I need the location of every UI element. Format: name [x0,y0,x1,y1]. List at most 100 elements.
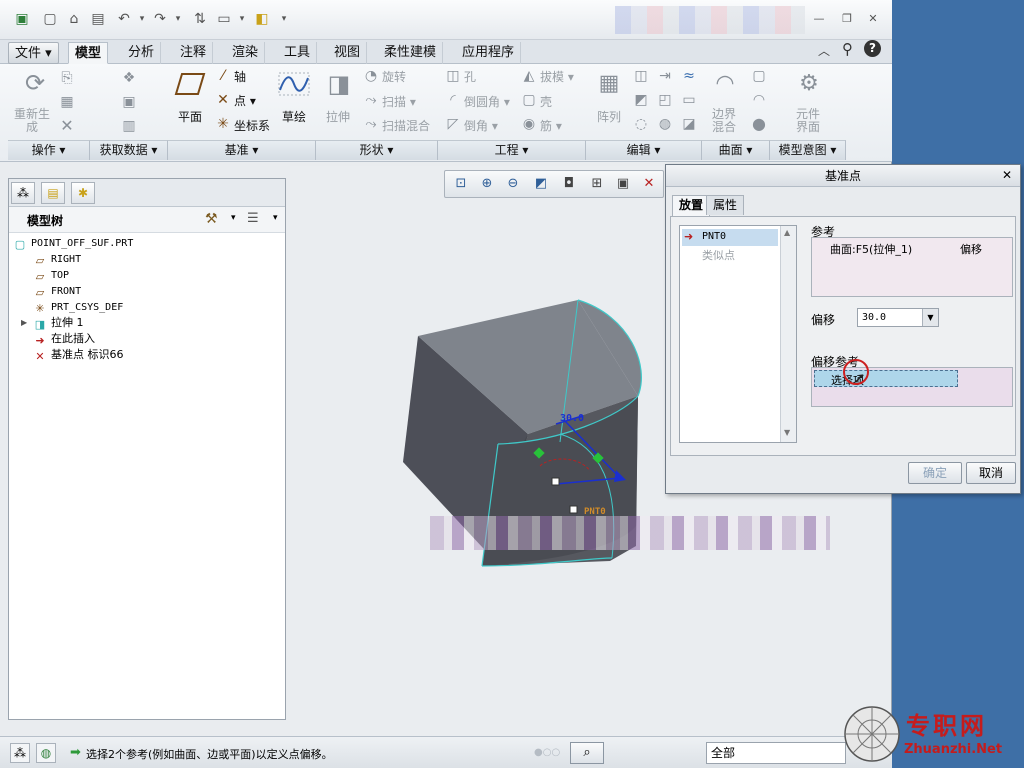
toggle-navigator-icon[interactable]: ⁂ [10,743,30,763]
draft-button[interactable]: 拔模 ▾ [540,68,574,85]
boundary-blend-large-icon[interactable]: ◠ [710,70,740,98]
point-list-item-new[interactable]: 类似点 [702,247,735,263]
component-interface-large-icon[interactable]: ⚙ [794,70,824,98]
group-datum[interactable]: 基准 ▾ [168,140,316,160]
datum-display-icon[interactable]: ✕ [639,175,659,193]
dialog-close-icon[interactable]: ✕ [1002,168,1012,182]
saved-views-icon[interactable]: ⊞ [587,175,607,193]
new-file-icon[interactable]: ▢ [40,9,60,29]
intersect-icon[interactable]: ◍ [656,116,674,132]
tab-render[interactable]: 渲染 [226,42,266,64]
model-tree-item[interactable]: ➜ 在此插入 [33,331,95,347]
undo-dropdown-icon[interactable]: ▾ [132,9,152,29]
offset-references-collector[interactable]: 选择项 [811,367,1013,407]
minimize-icon[interactable]: — [810,11,828,27]
csys-button[interactable]: 坐标系 [234,117,270,134]
model-tree-item[interactable]: ✳ PRT_CSYS_DEF [33,299,123,315]
reference-surface[interactable]: 曲面:F5(拉伸_1) [830,241,912,257]
point-list-scrollbar[interactable]: ▲ ▼ [780,226,796,442]
tab-properties[interactable]: 属性 [706,195,745,215]
tab-view[interactable]: 视图 [328,42,368,64]
undo-icon[interactable]: ↶ [114,9,134,29]
maximize-icon[interactable]: ❐ [838,11,856,27]
delete-icon[interactable]: ✕ [58,118,76,134]
references-collector[interactable]: 曲面:F5(拉伸_1) 偏移 [811,237,1013,297]
model-tree-item[interactable]: ✕ 基准点 标识66 [33,347,123,363]
shrinkwrap-icon[interactable]: ▥ [120,118,138,134]
group-engineering[interactable]: 工程 ▾ [438,140,586,160]
pattern-large-icon[interactable]: ▦ [594,70,624,98]
plane-large-icon[interactable] [174,72,206,96]
project-icon[interactable]: ≈ [680,68,698,84]
extend-icon[interactable]: ⇥ [656,68,674,84]
save-icon[interactable]: ▤ [88,9,108,29]
tree-settings-icon[interactable]: ⚒ [205,211,218,227]
freestyle-icon[interactable]: ● [750,116,768,132]
find-icon[interactable]: ⌕ [570,742,604,764]
redo-icon[interactable]: ↷ [150,9,170,29]
tab-flexible-modeling[interactable]: 柔性建模 [378,42,444,64]
group-operations[interactable]: 操作 ▾ [8,140,90,160]
point-list-item-pnt0[interactable]: ➜ PNT0 [682,229,778,246]
trim-icon[interactable]: ◌ [632,116,650,132]
tab-model[interactable]: 模型 [68,42,109,64]
offset-dropdown-icon[interactable]: ▼ [922,309,938,326]
plane-button-label[interactable]: 平面 [178,108,202,125]
thicken-icon[interactable]: ▭ [680,92,698,108]
component-interface-button-label[interactable]: 元件 界面 [796,108,820,134]
tab-tools[interactable]: 工具 [278,42,318,64]
windows-icon[interactable]: ▭ [214,9,234,29]
copy-geometry-icon[interactable]: ▣ [120,94,138,110]
scroll-down-icon[interactable]: ▼ [784,428,790,437]
refit-icon[interactable]: ⊡ [451,175,471,193]
tree-show-dropdown-icon[interactable]: ▾ [273,213,278,223]
tab-file[interactable]: 文件 ▾ [8,42,59,64]
dimension-value[interactable]: 30.0 [560,413,584,424]
point-marker[interactable] [569,505,578,514]
ok-button[interactable]: 确定 [908,462,962,484]
paste-icon[interactable]: ▦ [58,94,76,110]
redo-dropdown-icon[interactable]: ▾ [168,9,188,29]
group-editing[interactable]: 编辑 ▾ [586,140,702,160]
group-surfaces[interactable]: 曲面 ▾ [702,140,770,160]
tree-show-icon[interactable]: ☰ [247,211,259,226]
copy-icon[interactable]: ⎘ [58,70,76,86]
view-manager-icon[interactable]: ▣ [613,175,633,193]
group-get-data[interactable]: 获取数据 ▾ [90,140,168,160]
hole-button[interactable]: 孔 [464,68,476,85]
pattern-button-label[interactable]: 阵列 [597,108,621,125]
folder-browser-tab-icon[interactable]: ▤ [41,182,65,204]
model-tree-tab-icon[interactable]: ⁂ [11,182,35,204]
fill-icon[interactable]: ▢ [750,68,768,84]
close-window-icon[interactable]: ◧ [252,9,272,29]
solidify-icon[interactable]: ◪ [680,116,698,132]
axis-button[interactable]: 轴 [234,68,246,85]
sweep-button[interactable]: 扫描 ▾ [382,93,416,110]
tab-placement[interactable]: 放置 [672,195,711,216]
regenerate-button-label[interactable]: 重新生 成 [14,108,50,134]
cancel-button[interactable]: 取消 [966,462,1016,484]
sketch-button-label[interactable]: 草绘 [282,108,306,125]
zoom-out-icon[interactable]: ⊖ [503,175,523,193]
model-tree-item[interactable]: ▱ FRONT [33,283,81,299]
user-defined-feature-icon[interactable]: ❖ [120,70,138,86]
close-icon[interactable]: ✕ [864,11,882,27]
select-item-slot[interactable]: 选择项 [814,370,958,387]
help-icon[interactable]: ? [864,40,881,57]
revolve-button[interactable]: 旋转 [382,68,406,85]
sketch-large-icon[interactable] [278,72,310,96]
model-tree-item[interactable]: ▢ POINT_OFF_SUF.PRT [13,235,134,251]
tree-settings-dropdown-icon[interactable]: ▾ [231,213,236,223]
repaint-icon[interactable]: ◩ [531,175,551,193]
toggle-browser-icon[interactable]: ◍ [36,743,56,763]
model-tree-item[interactable]: ▶ ◨ 拉伸 1 [21,315,84,331]
extrude-large-icon[interactable]: ◨ [324,70,354,98]
group-shapes[interactable]: 形状 ▾ [316,140,438,160]
tab-applications[interactable]: 应用程序 [456,42,522,64]
point-handle[interactable] [551,477,560,486]
expand-arrow-icon[interactable]: ▶ [21,315,27,331]
merge-icon[interactable]: ◩ [632,92,650,108]
tab-annotate[interactable]: 注释 [174,42,214,64]
group-model-intent[interactable]: 模型意图 ▾ [770,140,846,160]
favorites-tab-icon[interactable]: ✱ [71,182,95,204]
